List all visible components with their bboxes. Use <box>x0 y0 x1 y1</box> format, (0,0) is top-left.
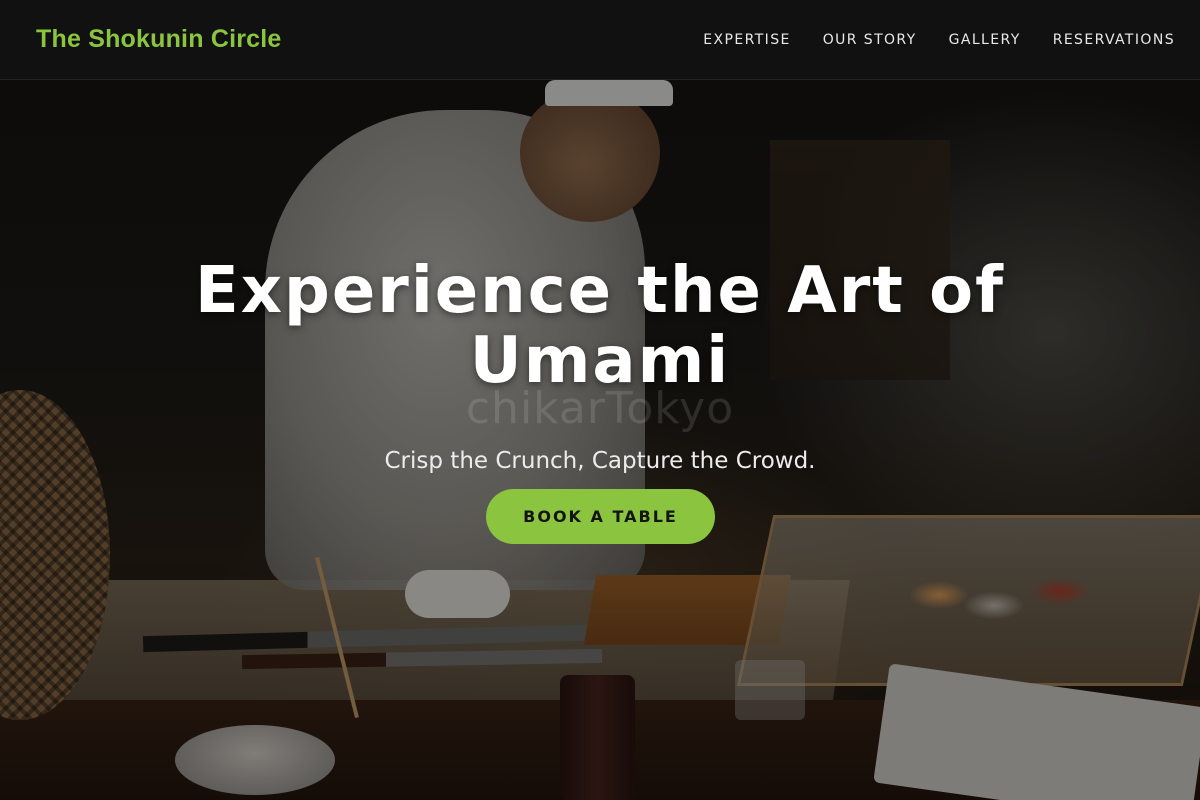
nav-link-reservations[interactable]: RESERVATIONS <box>1053 32 1175 48</box>
book-a-table-button[interactable]: BOOK A TABLE <box>486 489 715 544</box>
main-nav: EXPERTISE OUR STORY GALLERY RESERVATIONS <box>703 32 1175 48</box>
nav-link-gallery[interactable]: GALLERY <box>949 32 1021 48</box>
site-header: The Shokunin Circle EXPERTISE OUR STORY … <box>0 0 1200 80</box>
hero-title: Experience the Art of Umami <box>195 254 1005 398</box>
nav-link-expertise[interactable]: EXPERTISE <box>703 32 790 48</box>
nav-link-our-story[interactable]: OUR STORY <box>823 32 917 48</box>
hero-section: chikarTokyo Experience the Art of Umami … <box>0 80 1200 800</box>
page: The Shokunin Circle EXPERTISE OUR STORY … <box>0 0 1200 800</box>
brand-logo[interactable]: The Shokunin Circle <box>36 25 282 54</box>
hero-subtitle: Crisp the Crunch, Capture the Crowd. <box>384 448 816 474</box>
